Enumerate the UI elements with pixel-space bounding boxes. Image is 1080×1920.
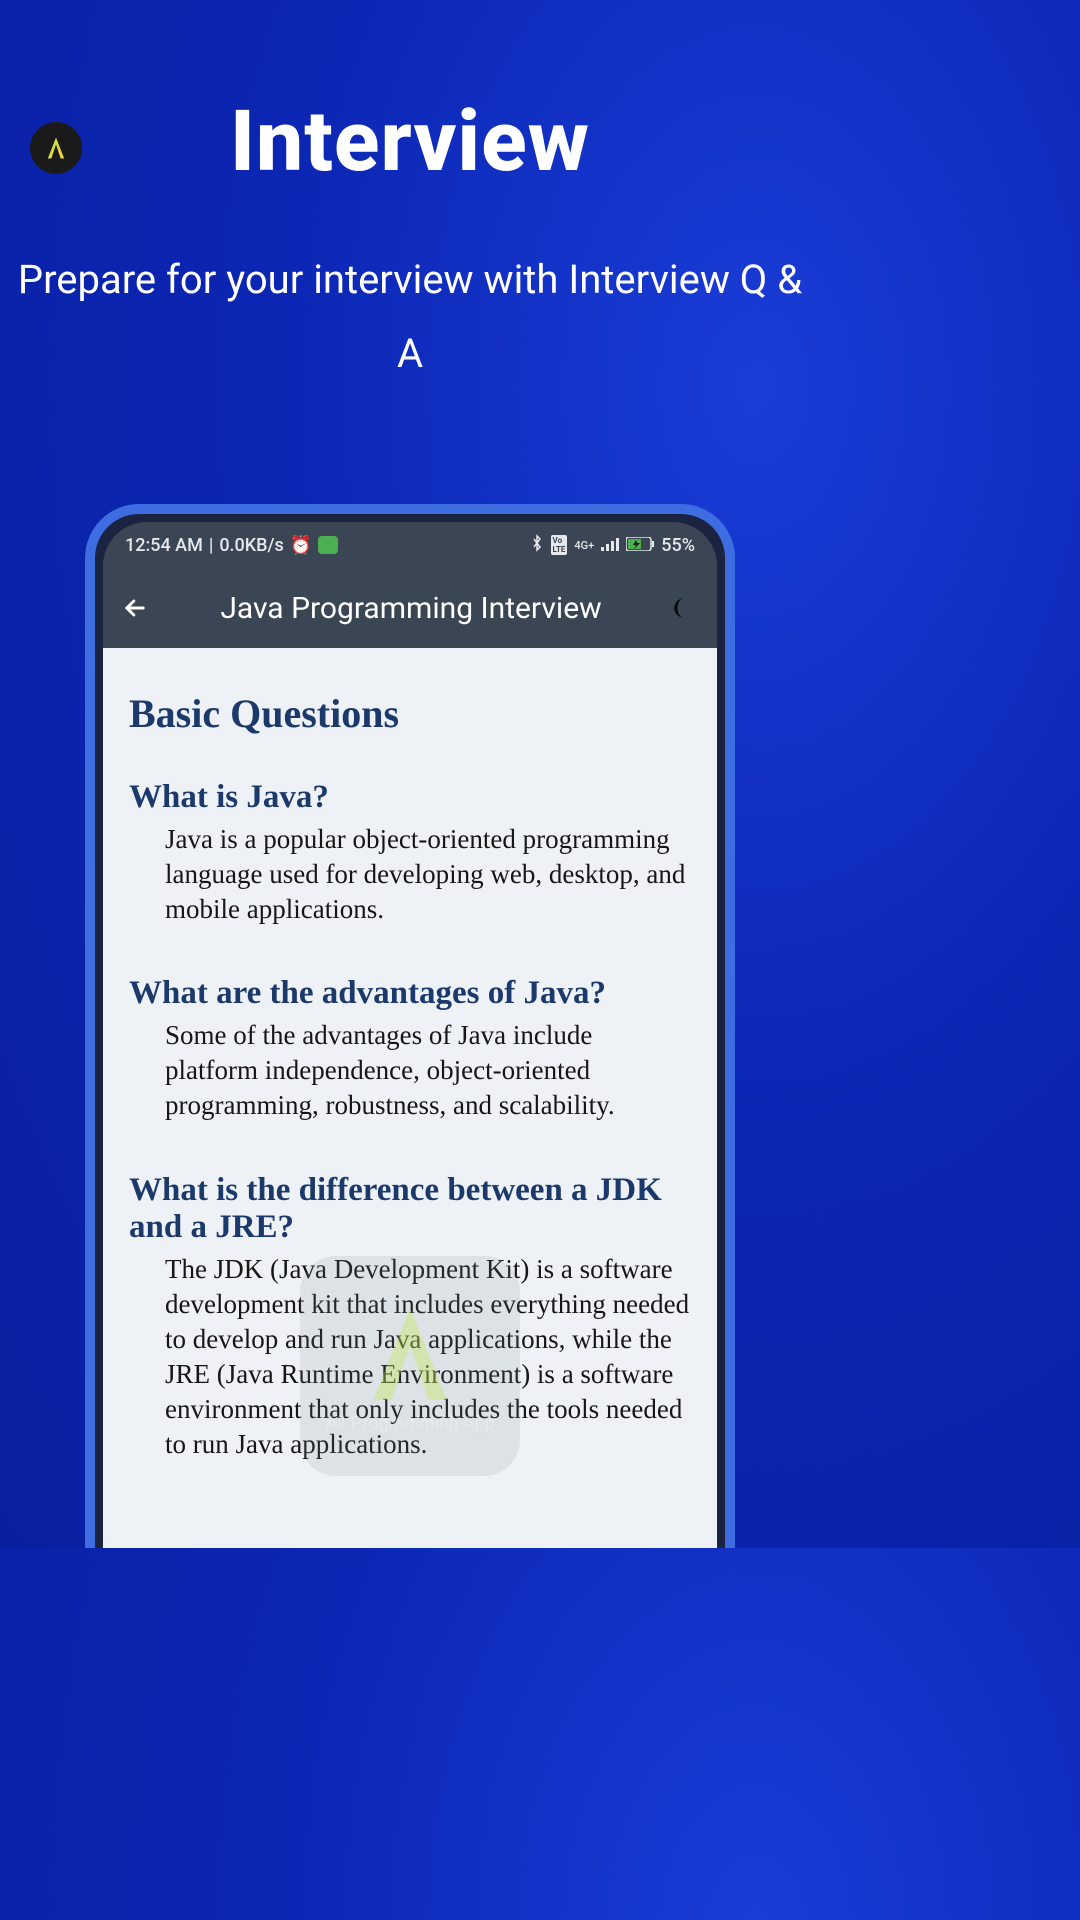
question-text: What is the difference between a JDK and… [129,1172,691,1246]
theme-toggle-button[interactable] [669,593,699,623]
status-bar: 12:54 AM | 0.0KB/s ⏰ VoLTE 4G+ [103,522,717,568]
logo-a-icon [42,134,70,162]
network-type: 4G+ [574,539,594,552]
phone-mockup: 12:54 AM | 0.0KB/s ⏰ VoLTE 4G+ [85,504,735,1548]
status-bar-right: VoLTE 4G+ 55% [530,534,695,557]
answer-text: Java is a popular object-oriented progra… [129,822,691,927]
answer-text: The JDK (Java Development Kit) is a soft… [129,1252,691,1463]
signal-icon [601,535,619,556]
battery-icon [626,535,654,556]
phone-frame: 12:54 AM | 0.0KB/s ⏰ VoLTE 4G+ [85,504,735,1548]
app-bar: Java Programming Interview [103,568,717,648]
section-heading: Basic Questions [129,690,691,737]
question-text: What is Java? [129,779,691,816]
question-text: What are the advantages of Java? [129,975,691,1012]
moon-icon [671,595,697,621]
qa-item: What is the difference between a JDK and… [129,1172,691,1463]
status-bar-left: 12:54 AM | 0.0KB/s ⏰ [125,535,338,556]
page-title: Java Programming Interview [173,591,649,626]
content-area[interactable]: Basic Questions What is Java? Java is a … [103,648,717,1548]
back-button[interactable] [121,594,153,622]
promo-title: Interview [0,92,820,191]
volte-icon: VoLTE [551,535,568,555]
qa-item: What are the advantages of Java? Some of… [129,975,691,1123]
battery-percent: 55% [661,535,695,556]
status-time: 12:54 AM [125,535,203,556]
back-arrow-icon [121,594,149,622]
alarm-icon: ⏰ [290,535,312,556]
status-app-icon [318,536,338,554]
app-logo-badge [30,122,82,174]
answer-text: Some of the advantages of Java include p… [129,1018,691,1123]
bluetooth-icon [530,534,544,557]
phone-screen: 12:54 AM | 0.0KB/s ⏰ VoLTE 4G+ [103,522,717,1548]
qa-item: What is Java? Java is a popular object-o… [129,779,691,927]
status-separator: | [209,535,213,556]
promo-subtitle: Prepare for your interview with Intervie… [0,243,820,391]
status-data-rate: 0.0KB/s [219,535,284,556]
